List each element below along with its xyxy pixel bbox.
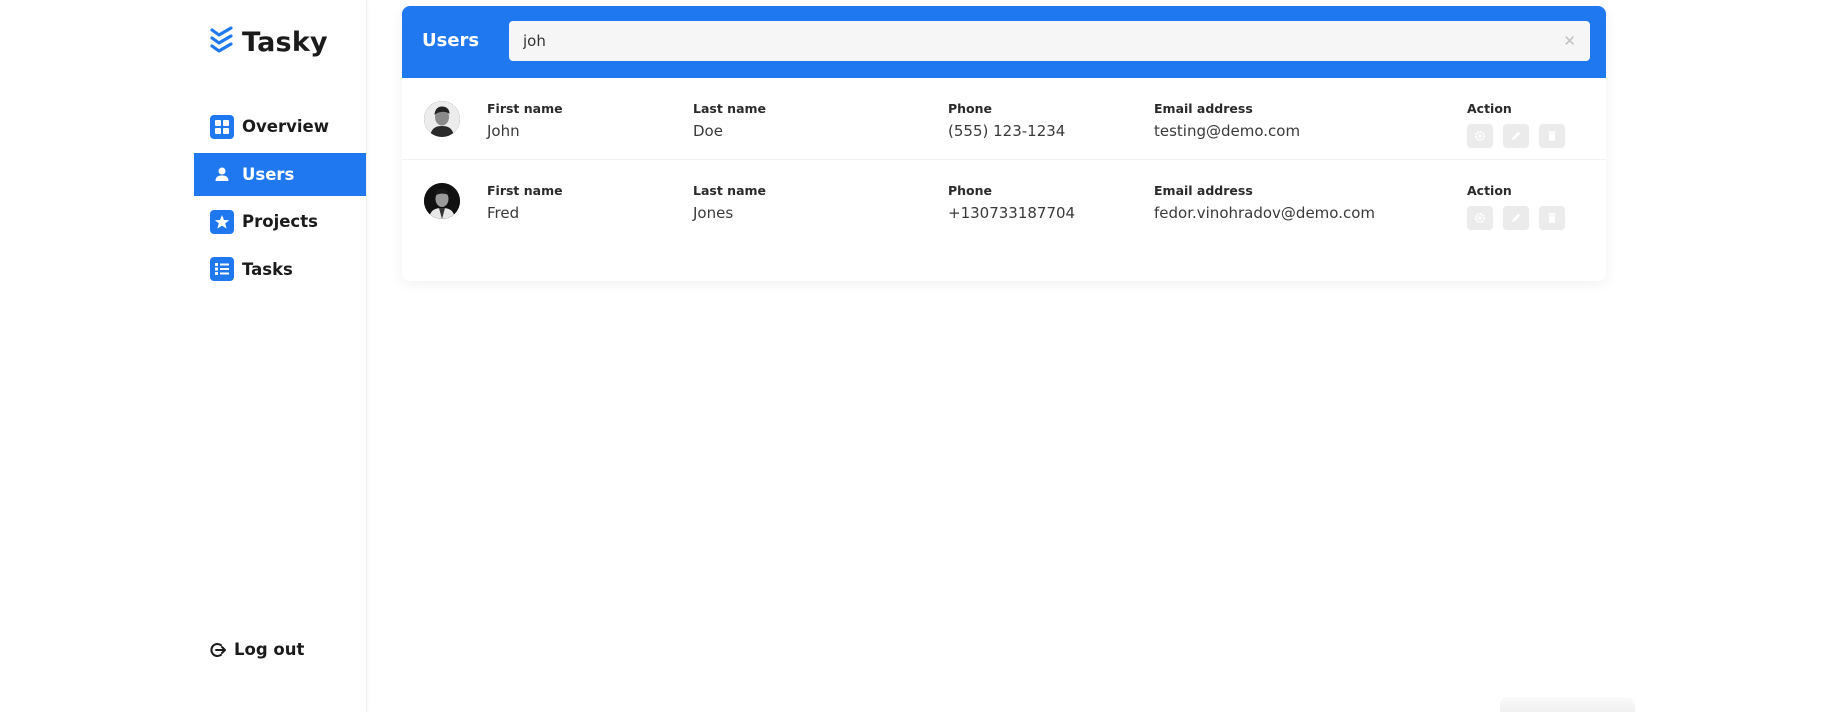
sidebar-item-overview[interactable]: Overview — [194, 105, 366, 148]
brand-name: Tasky — [242, 26, 328, 58]
row-actions — [1467, 124, 1565, 148]
row-actions — [1467, 206, 1565, 230]
first-name-value: Fred — [487, 204, 520, 222]
table-row: First name John Last name Doe Phone (555… — [402, 78, 1606, 160]
phone-value: (555) 123-1234 — [948, 122, 1066, 140]
sidebar: Tasky Overview Users Projects Tasks Log … — [0, 0, 367, 712]
edit-button[interactable] — [1503, 206, 1529, 230]
column-header: Last name — [693, 101, 767, 116]
pencil-icon — [1512, 131, 1521, 140]
column-header: First name — [487, 183, 563, 198]
column-header: Last name — [693, 183, 767, 198]
email-value: testing@demo.com — [1154, 122, 1301, 140]
sidebar-item-label: Projects — [242, 212, 318, 231]
column-header: Phone — [948, 183, 993, 198]
logout-icon — [210, 642, 226, 657]
users-panel-header: Users ✕ — [402, 6, 1606, 78]
column-header: Phone — [948, 101, 993, 116]
gear-icon — [1474, 130, 1486, 142]
search-box: ✕ — [509, 21, 1590, 61]
trash-icon — [1548, 213, 1556, 223]
tasky-logo-icon — [210, 26, 233, 53]
pencil-icon — [1512, 213, 1521, 222]
cell-action: Action — [1467, 183, 1565, 230]
column-header: Email address — [1154, 183, 1253, 198]
search-input[interactable] — [509, 21, 1590, 61]
column-header: Action — [1467, 101, 1512, 116]
sidebar-item-label: Tasks — [242, 259, 293, 279]
cell-last-name: Last name Doe — [693, 101, 766, 140]
edit-button[interactable] — [1503, 124, 1529, 148]
list-icon — [210, 257, 234, 281]
last-name-value: Jones — [693, 204, 734, 222]
sidebar-item-tasks[interactable]: Tasks — [194, 248, 366, 291]
gear-icon — [1474, 212, 1486, 224]
avatar — [424, 101, 460, 137]
phone-value: +130733187704 — [948, 204, 1076, 222]
sidebar-item-users[interactable]: Users — [194, 152, 366, 196]
email-value: fedor.vinohradov@demo.com — [1154, 204, 1376, 222]
first-name-value: John — [487, 122, 520, 140]
delete-button[interactable] — [1539, 124, 1565, 148]
cell-action: Action — [1467, 101, 1565, 148]
users-panel: Users ✕ First name John Last name Doe Ph… — [402, 6, 1606, 281]
sidebar-item-label: Overview — [242, 117, 329, 136]
star-icon — [210, 209, 234, 234]
sidebar-item-projects[interactable]: Projects — [194, 200, 366, 243]
table-row: First name Fred Last name Jones Phone +1… — [402, 160, 1606, 242]
sidebar-item-label: Users — [242, 164, 295, 184]
cell-first-name: First name John — [487, 101, 563, 140]
sidebar-nav: Overview Users Projects Tasks — [194, 105, 366, 295]
last-name-value: Doe — [693, 122, 723, 140]
user-icon — [210, 162, 234, 186]
brand-logo[interactable]: Tasky — [210, 26, 328, 58]
cell-email: Email address testing@demo.com — [1154, 101, 1300, 140]
settings-button[interactable] — [1467, 206, 1493, 230]
cell-phone: Phone +130733187704 — [948, 183, 1075, 222]
cell-phone: Phone (555) 123-1234 — [948, 101, 1065, 140]
settings-button[interactable] — [1467, 124, 1493, 148]
scroll-shadow — [1500, 697, 1635, 712]
page-title: Users — [422, 30, 480, 51]
delete-button[interactable] — [1539, 206, 1565, 230]
cell-first-name: First name Fred — [487, 183, 563, 222]
logout-label: Log out — [234, 640, 305, 659]
grid-icon — [210, 114, 234, 139]
avatar — [424, 183, 460, 219]
column-header: First name — [487, 101, 563, 116]
logout-button[interactable]: Log out — [210, 640, 304, 659]
trash-icon — [1548, 131, 1556, 141]
cell-email: Email address fedor.vinohradov@demo.com — [1154, 183, 1375, 222]
column-header: Action — [1467, 183, 1512, 198]
column-header: Email address — [1154, 101, 1253, 116]
close-icon[interactable]: ✕ — [1563, 32, 1576, 50]
cell-last-name: Last name Jones — [693, 183, 766, 222]
